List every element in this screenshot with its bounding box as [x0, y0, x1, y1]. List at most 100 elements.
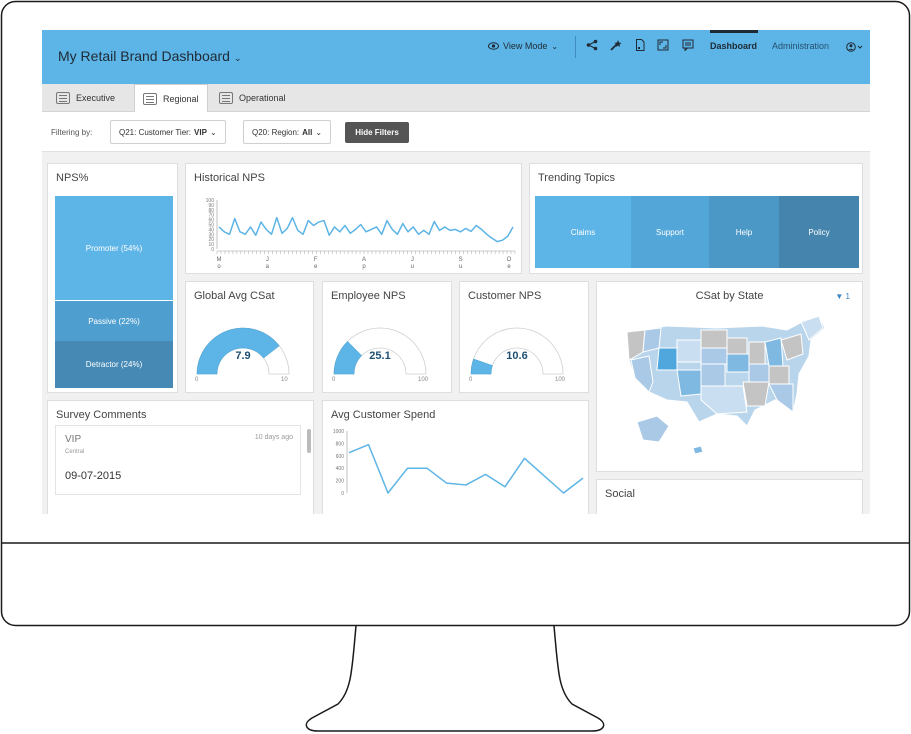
y-tick-label: 1000	[333, 429, 344, 435]
nps-promoter-segment[interactable]: Promoter (54%)	[55, 196, 173, 300]
comment-region: Central	[65, 449, 85, 455]
view-mode-label: View Mode	[503, 41, 548, 51]
chevron-down-icon: ⌄	[233, 53, 242, 63]
y-tick-label: 400	[336, 466, 345, 472]
filter-prefix: Q20: Region:	[252, 127, 300, 137]
x-tick-label: e	[314, 264, 318, 270]
y-tick-label: 600	[336, 454, 345, 460]
gauge-max-label: 100	[555, 377, 566, 383]
x-tick-label: u	[459, 264, 462, 270]
customer-nps-panel: Customer NPS 10.6 0 100	[459, 281, 589, 393]
trending-topics-panel: Trending Topics Claims Support Help Policy	[529, 163, 863, 274]
dashboard-screen: My Retail Brand Dashboard ⌄ View Mode ⌄ D…	[42, 30, 870, 514]
x-tick-label: F	[314, 257, 318, 263]
x-tick-label: e	[507, 264, 511, 270]
share-icon[interactable]	[586, 39, 598, 51]
gauge-chart	[470, 327, 564, 375]
view-mode-dropdown[interactable]: View Mode ⌄	[488, 41, 558, 51]
historical-nps-panel: Historical NPS 100 90 80 70 60 50 40 30 20 10 0 Mo J…	[185, 163, 522, 274]
employee-nps-panel: Employee NPS 25.1 0 100	[322, 281, 452, 393]
series-line	[348, 443, 584, 494]
y-tick-label: 0	[341, 491, 344, 497]
y-tick-label: 800	[336, 441, 345, 447]
chevron-down-icon: ⌄	[315, 127, 323, 137]
filter-label: Filtering by:	[51, 128, 93, 137]
gauge-value: 7.9	[235, 350, 251, 362]
filter-prefix: Q21: Customer Tier:	[119, 127, 192, 137]
topic-claims[interactable]: Claims	[535, 196, 631, 268]
chevron-down-icon: ⌄	[209, 127, 217, 137]
comment-card[interactable]: VIP Central 09-07-2015 10 days ago	[55, 425, 301, 495]
filter-region[interactable]: Q20: Region: All ⌄	[243, 120, 332, 144]
gauge-value: 25.1	[369, 350, 391, 362]
gauge-max-label: 100	[418, 377, 429, 383]
tab-label: Regional	[163, 94, 199, 104]
gauge-min-label: 0	[195, 377, 199, 383]
topic-help[interactable]: Help	[709, 196, 779, 268]
tab-label: Operational	[239, 93, 286, 103]
chevron-down-icon: ⌄	[551, 41, 559, 51]
filter-customer-tier[interactable]: Q21: Customer Tier: VIP ⌄	[110, 120, 226, 144]
eye-icon	[488, 42, 499, 50]
trending-topics-treemap: Claims Support Help Policy	[535, 196, 859, 268]
list-icon	[56, 92, 70, 104]
x-tick-label: p	[362, 264, 366, 270]
tab-label: Executive	[76, 93, 116, 103]
page-icon[interactable]	[634, 39, 646, 51]
nps-detractor-segment[interactable]: Detractor (24%)	[55, 341, 173, 388]
global-avg-csat-panel: Global Avg CSat 7.9 0 10	[185, 281, 314, 393]
x-tick-label: O	[507, 257, 512, 263]
expand-icon[interactable]	[657, 39, 669, 51]
x-tick-label: S	[459, 257, 463, 263]
list-icon	[219, 92, 233, 104]
filter-bar: Filtering by: Q21: Customer Tier: VIP ⌄ …	[42, 112, 870, 152]
tab-regional[interactable]: Regional	[134, 84, 208, 113]
toolbar-divider	[575, 36, 576, 58]
series-line	[218, 216, 514, 243]
gauge-chart	[196, 327, 290, 375]
magic-wand-icon[interactable]	[610, 39, 622, 51]
panel-title: NPS%	[56, 172, 89, 184]
nps-percent-panel: NPS% Promoter (54%) Passive (22%) Detrac…	[47, 163, 178, 393]
us-map[interactable]	[597, 282, 864, 473]
comment-tier: VIP	[65, 434, 82, 445]
comment-date: 09-07-2015	[65, 470, 122, 482]
gauge-min-label: 0	[469, 377, 473, 383]
nav-dashboard[interactable]: Dashboard	[710, 41, 757, 51]
gauge-max-label: 10	[281, 377, 288, 383]
x-tick-label: a	[266, 264, 270, 270]
topic-policy[interactable]: Policy	[779, 196, 859, 268]
avg-customer-spend-chart: 1000 800 600 400 200 0	[333, 429, 584, 497]
panel-title: Social	[605, 488, 635, 500]
hide-filters-button[interactable]: Hide Filters	[345, 122, 409, 143]
x-tick-label: o	[217, 264, 221, 270]
survey-comments-panel: Survey Comments VIP Central 09-07-2015 1…	[47, 400, 314, 514]
nps-passive-segment[interactable]: Passive (22%)	[55, 301, 173, 341]
nav-administration[interactable]: Administration	[772, 41, 829, 51]
tab-bar: Executive Regional Operational	[42, 84, 870, 113]
filter-value: All	[302, 127, 313, 137]
tab-operational[interactable]: Operational	[211, 84, 294, 112]
x-tick-label: A	[362, 257, 366, 263]
x-tick-label: u	[411, 264, 414, 270]
comments-scrollbar[interactable]	[307, 429, 311, 453]
avg-customer-spend-panel: Avg Customer Spend 1000 800 600 400 200 0	[322, 400, 589, 514]
csat-by-state-panel: CSat by State ▼ 1	[596, 281, 863, 472]
comment-icon[interactable]	[682, 39, 694, 51]
dashboard-title-dropdown[interactable]: My Retail Brand Dashboard ⌄	[58, 48, 242, 64]
user-icon	[846, 42, 863, 52]
topic-support[interactable]: Support	[631, 196, 709, 268]
tab-executive[interactable]: Executive	[48, 84, 123, 112]
active-nav-indicator	[710, 30, 758, 33]
historical-nps-chart: 1009080706050403020100MoJaFeApJuSuOe	[206, 198, 516, 270]
social-panel: Social	[596, 479, 863, 514]
filter-value: VIP	[194, 127, 207, 137]
y-tick-label: 0	[211, 247, 214, 253]
user-menu[interactable]	[846, 39, 866, 57]
y-tick-label: 200	[336, 479, 345, 485]
x-tick-label: M	[217, 257, 222, 263]
gauge-chart	[333, 327, 427, 375]
x-tick-label: J	[266, 257, 269, 263]
list-icon	[143, 93, 157, 105]
gauge-value: 10.6	[506, 350, 528, 362]
